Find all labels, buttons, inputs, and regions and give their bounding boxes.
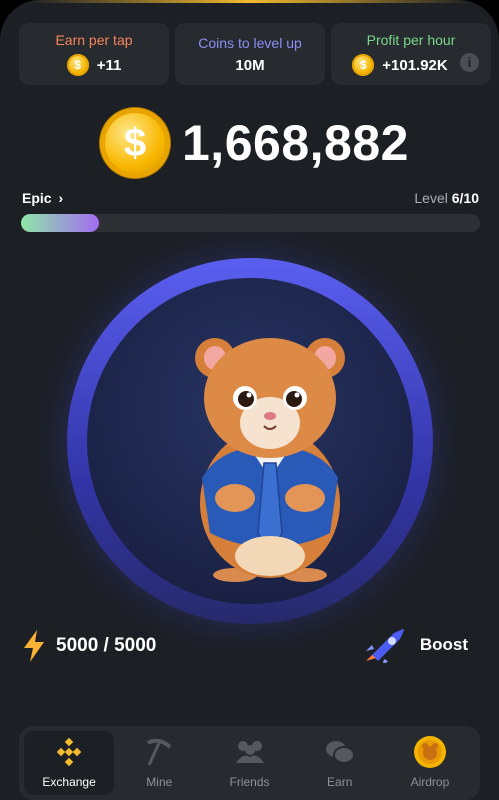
- nav-earn[interactable]: Earn: [295, 731, 385, 795]
- level-name: Epic: [22, 190, 52, 206]
- level-value: 6/10: [451, 190, 479, 206]
- chevron-right-icon: ›: [58, 190, 64, 206]
- profit-per-hour-card: Profit per hour $ +101.92K i: [331, 23, 491, 85]
- nav-exchange[interactable]: Exchange: [24, 731, 115, 795]
- balance-amount: 1,668,882: [182, 115, 409, 171]
- boost-button[interactable]: Boost: [364, 627, 468, 663]
- earn-per-tap-value-row: $ +11: [66, 54, 122, 76]
- info-icon[interactable]: i: [459, 53, 479, 72]
- tap-area[interactable]: [67, 258, 433, 624]
- level-name-link[interactable]: Epic ›: [22, 190, 63, 206]
- rocket-icon: [365, 629, 404, 663]
- app-screen: Earn per tap $ +11 Coins to level up 10M…: [0, 0, 499, 800]
- nav-mine-label: Mine: [146, 775, 173, 789]
- coins-to-level-value: 10M: [235, 56, 265, 74]
- coins-to-level-value-row: 10M: [235, 57, 264, 74]
- friends-icon: [233, 735, 267, 769]
- nav-exchange-label: Exchange: [42, 775, 96, 789]
- profit-per-hour-value-row: $ +101.92K: [352, 54, 448, 76]
- tap-area-inner: [87, 278, 413, 604]
- profit-per-hour-value: +101.92K: [382, 56, 448, 74]
- level-info: Level 6/10: [414, 190, 479, 206]
- earn-per-tap-label: Earn per tap: [55, 32, 133, 48]
- hamster-coin-icon: [413, 735, 447, 769]
- profit-per-hour-label: Profit per hour: [366, 32, 456, 48]
- level-prefix: Level: [414, 190, 448, 206]
- balance: $ 1,668,882: [100, 108, 409, 178]
- earn-per-tap-card: Earn per tap $ +11: [19, 23, 170, 85]
- nav-mine[interactable]: Mine: [114, 731, 204, 795]
- coins-to-level-label: Coins to level up: [198, 34, 302, 51]
- stats-bar: Earn per tap $ +11 Coins to level up 10M…: [19, 23, 491, 85]
- coins-to-level-card: Coins to level up 10M: [175, 23, 326, 85]
- nav-airdrop-label: Airdrop: [410, 775, 450, 789]
- nav-friends-label: Friends: [229, 775, 270, 789]
- nav-airdrop[interactable]: Airdrop: [385, 731, 475, 795]
- energy-indicator: 5000 / 5000: [22, 630, 156, 662]
- coins-icon: [323, 735, 357, 769]
- lightning-icon: [24, 630, 44, 662]
- boost-label: Boost: [419, 635, 468, 654]
- energy-value: 5000 / 5000: [56, 635, 157, 656]
- hamster-ceo-image: [195, 338, 345, 582]
- dollar-coin-icon: $: [100, 108, 170, 178]
- nav-earn-label: Earn: [327, 775, 353, 789]
- coin-icon: $: [352, 54, 375, 76]
- bottom-nav: Exchange Mine Friends Earn Airdrop: [19, 726, 480, 800]
- level-row: Epic › Level 6/10: [22, 190, 479, 206]
- coin-icon: $: [66, 54, 89, 76]
- level-progress-fill: [21, 214, 100, 232]
- nav-friends[interactable]: Friends: [204, 731, 294, 795]
- binance-icon: [52, 735, 86, 769]
- level-progress-bar: [21, 214, 480, 232]
- earn-per-tap-value: +11: [96, 56, 122, 74]
- pickaxe-icon: [142, 735, 176, 769]
